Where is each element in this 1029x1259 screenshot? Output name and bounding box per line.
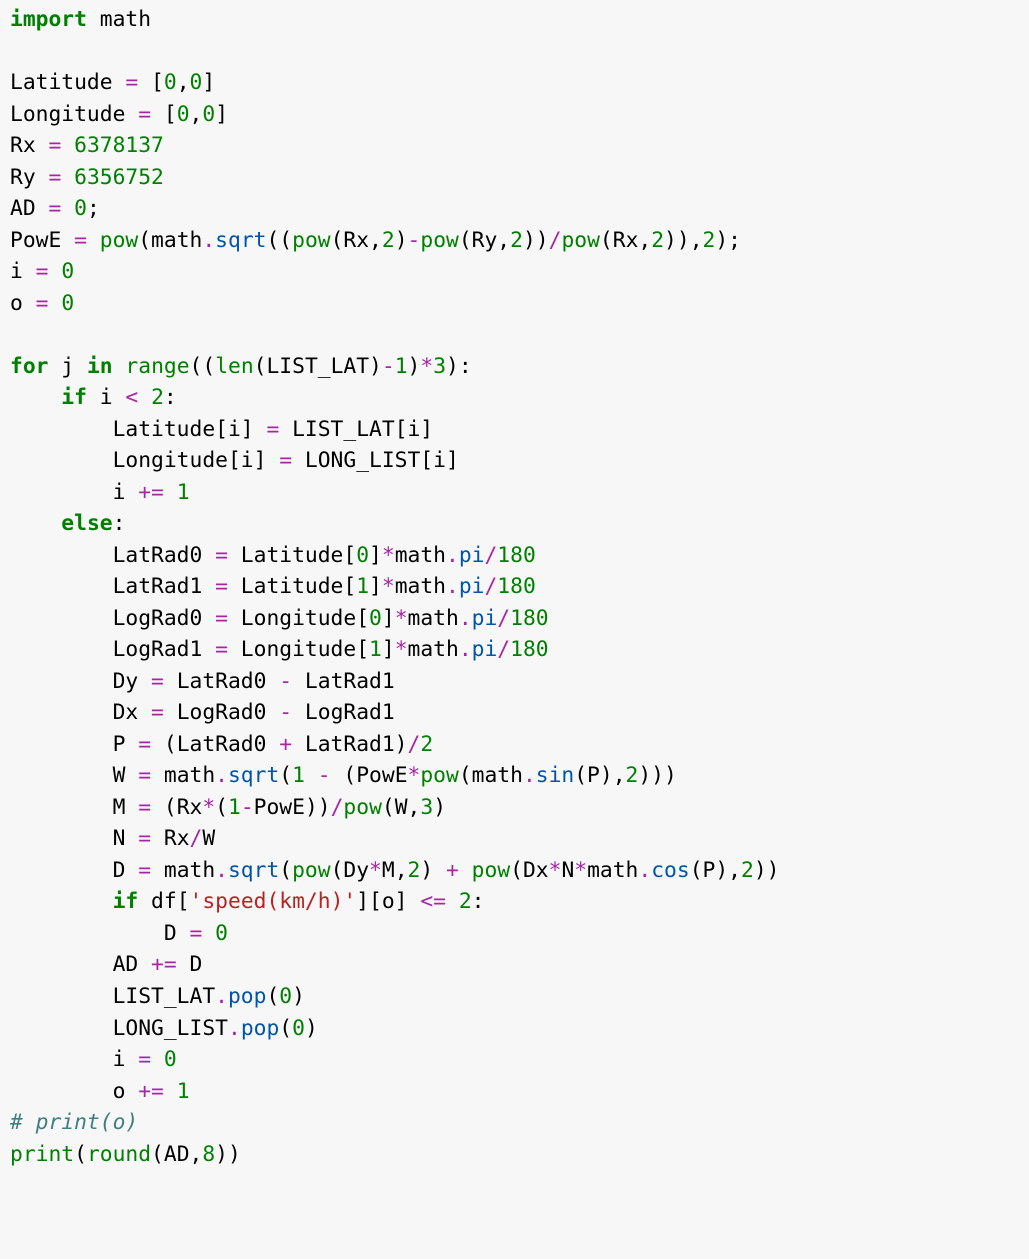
code-line: LogRad1 = Longitude[1]*math.pi/180 xyxy=(10,637,549,662)
code-line: i = 0 xyxy=(10,1047,177,1072)
code-line: AD = 0; xyxy=(10,196,100,221)
code-line: Dx = LogRad0 - LogRad1 xyxy=(10,700,395,725)
code-line: LIST_LAT.pop(0) xyxy=(10,984,305,1009)
code-line: i += 1 xyxy=(10,480,190,505)
code-line: if df['speed(km/h)'][o] <= 2: xyxy=(10,889,484,914)
python-code-block: import math Latitude = [0,0] Longitude =… xyxy=(0,0,1029,1180)
code-line: AD += D xyxy=(10,952,202,977)
code-line: for j in range((len(LIST_LAT)-1)*3): xyxy=(10,354,472,379)
code-line: Longitude = [0,0] xyxy=(10,102,228,127)
code-line: D = math.sqrt(pow(Dy*M,2) + pow(Dx*N*mat… xyxy=(10,858,779,883)
code-line: else: xyxy=(10,511,125,536)
code-line: M = (Rx*(1-PowE))/pow(W,3) xyxy=(10,795,446,820)
code-line: LONG_LIST.pop(0) xyxy=(10,1016,318,1041)
code-line: P = (LatRad0 + LatRad1)/2 xyxy=(10,732,433,757)
code-line: import math xyxy=(10,7,151,32)
code-line: Longitude[i] = LONG_LIST[i] xyxy=(10,448,459,473)
code-line: D = 0 xyxy=(10,921,228,946)
code-line: print(round(AD,8)) xyxy=(10,1142,241,1167)
code-line: PowE = pow(math.sqrt((pow(Rx,2)-pow(Ry,2… xyxy=(10,228,741,253)
code-line: N = Rx/W xyxy=(10,826,215,851)
code-line: Ry = 6356752 xyxy=(10,165,164,190)
code-line: o += 1 xyxy=(10,1079,190,1104)
code-line: if i < 2: xyxy=(10,385,177,410)
code-line: LogRad0 = Longitude[0]*math.pi/180 xyxy=(10,606,549,631)
code-line: LatRad1 = Latitude[1]*math.pi/180 xyxy=(10,574,536,599)
code-line: Dy = LatRad0 - LatRad1 xyxy=(10,669,395,694)
code-line: LatRad0 = Latitude[0]*math.pi/180 xyxy=(10,543,536,568)
code-line: Latitude[i] = LIST_LAT[i] xyxy=(10,417,433,442)
code-line: # print(o) xyxy=(10,1110,138,1135)
code-line: Latitude = [0,0] xyxy=(10,70,215,95)
code-line: Rx = 6378137 xyxy=(10,133,164,158)
code-line: o = 0 xyxy=(10,291,74,316)
code-line: W = math.sqrt(1 - (PowE*pow(math.sin(P),… xyxy=(10,763,677,788)
code-line: i = 0 xyxy=(10,259,74,284)
